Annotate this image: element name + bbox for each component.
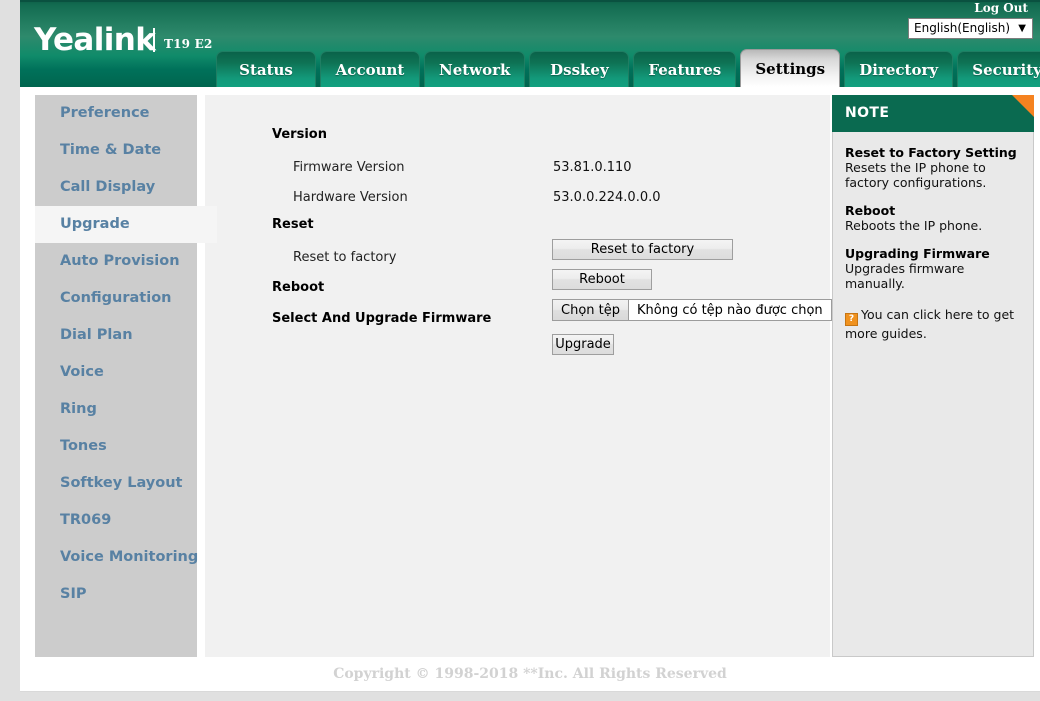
tab-account[interactable]: Account bbox=[320, 51, 420, 87]
footer-copyright: Copyright © 1998-2018 **Inc. All Rights … bbox=[20, 657, 1040, 691]
chevron-down-icon: ▼ bbox=[1018, 23, 1026, 34]
language-select-value: English(English) bbox=[914, 21, 1011, 35]
version-section-title: Version bbox=[272, 127, 327, 142]
tab-security[interactable]: Security bbox=[957, 51, 1040, 87]
note-block-heading: Reboot bbox=[845, 203, 896, 218]
reset-section-title: Reset bbox=[272, 217, 314, 232]
sidebar-item-ring[interactable]: Ring bbox=[35, 391, 197, 428]
firmware-file-input[interactable]: Chọn tệp Không có tệp nào được chọn bbox=[552, 299, 832, 321]
note-block-heading: Upgrading Firmware bbox=[845, 246, 990, 261]
logout-link[interactable]: Log Out bbox=[974, 1, 1028, 15]
tab-directory[interactable]: Directory bbox=[844, 51, 954, 87]
app-body: Preference Time & Date Call Display Upgrade… bbox=[20, 87, 1040, 657]
choose-file-button[interactable]: Chọn tệp bbox=[553, 300, 629, 320]
app-header: Yealink T19 E2 Log Out English(English) … bbox=[20, 0, 1040, 87]
settings-sidebar: Preference Time & Date Call Display Upgrade… bbox=[35, 95, 217, 657]
reboot-label: Reboot bbox=[272, 280, 325, 295]
tab-features[interactable]: Features bbox=[633, 51, 737, 87]
sidebar-item-softkey-layout[interactable]: Softkey Layout bbox=[35, 465, 197, 502]
sidebar-item-voice-monitoring[interactable]: Voice Monitoring bbox=[35, 539, 198, 576]
sidebar-item-tones[interactable]: Tones bbox=[35, 428, 197, 465]
sidebar-item-sip[interactable]: SIP bbox=[35, 576, 197, 613]
reset-to-factory-button[interactable]: Reset to factory bbox=[552, 239, 733, 260]
reset-to-factory-label: Reset to factory bbox=[293, 250, 397, 265]
firmware-version-value: 53.81.0.110 bbox=[553, 160, 632, 175]
upgrade-button[interactable]: Upgrade bbox=[552, 334, 614, 355]
sidebar-item-voice[interactable]: Voice bbox=[35, 354, 197, 391]
sidebar-item-tr069[interactable]: TR069 bbox=[35, 502, 197, 539]
logo-divider bbox=[153, 28, 155, 52]
note-panel-body: Reset to Factory Setting Resets the IP ph… bbox=[832, 132, 1034, 657]
note-block-heading: Reset to Factory Setting bbox=[845, 145, 1017, 160]
sidebar-item-preference[interactable]: Preference bbox=[35, 95, 197, 132]
tab-dsskey[interactable]: Dsskey bbox=[529, 51, 630, 87]
firmware-version-label: Firmware Version bbox=[293, 160, 405, 175]
note-block-text: Resets the IP phone to factory configura… bbox=[845, 160, 987, 190]
header-top-rule bbox=[20, 0, 1040, 2]
main-nav-tabs: Status Account Network Dsskey Features Settin… bbox=[216, 49, 1040, 87]
note-blocks: Reset to Factory Setting Resets the IP ph… bbox=[845, 145, 1021, 291]
reboot-button[interactable]: Reboot bbox=[552, 269, 652, 290]
tab-network[interactable]: Network bbox=[424, 51, 526, 87]
page-root: Yealink T19 E2 Log Out English(English) … bbox=[0, 0, 1040, 701]
sidebar-item-dial-plan[interactable]: Dial Plan bbox=[35, 317, 197, 354]
note-title: NOTE bbox=[845, 105, 890, 121]
note-guide-line: ? You can click here to get more guides. bbox=[845, 307, 1021, 342]
sidebar-item-auto-provision[interactable]: Auto Provision bbox=[35, 243, 197, 280]
sidebar-item-upgrade[interactable]: Upgrade bbox=[35, 206, 217, 243]
help-question-icon[interactable]: ? bbox=[845, 313, 858, 326]
footer-rule bbox=[20, 691, 1040, 692]
select-upgrade-firmware-label: Select And Upgrade Firmware bbox=[272, 311, 492, 326]
chosen-file-name: Không có tệp nào được chọn bbox=[637, 302, 823, 318]
sidebar-item-call-display[interactable]: Call Display bbox=[35, 169, 197, 206]
tab-status[interactable]: Status bbox=[216, 51, 316, 87]
hardware-version-label: Hardware Version bbox=[293, 190, 408, 205]
yealink-logo: Yealink bbox=[34, 22, 156, 58]
note-guide-text[interactable]: You can click here to get more guides. bbox=[845, 307, 1014, 341]
language-select[interactable]: English(English) ▼ bbox=[908, 18, 1033, 39]
sidebar-item-time-date[interactable]: Time & Date bbox=[35, 132, 197, 169]
device-model-label: T19 E2 bbox=[164, 37, 213, 51]
note-panel: NOTE Reset to Factory Setting Resets the … bbox=[832, 95, 1034, 657]
main-content-panel: Version Firmware Version 53.81.0.110 Har… bbox=[205, 95, 832, 657]
note-panel-header: NOTE bbox=[832, 95, 1034, 132]
sidebar-item-configuration[interactable]: Configuration bbox=[35, 280, 197, 317]
note-block-text: Upgrades firmware manually. bbox=[845, 261, 965, 291]
folded-corner-icon bbox=[1012, 95, 1034, 117]
note-block-text: Reboots the IP phone. bbox=[845, 218, 983, 233]
tab-settings[interactable]: Settings bbox=[740, 49, 841, 87]
hardware-version-value: 53.0.0.224.0.0.0 bbox=[553, 190, 661, 205]
